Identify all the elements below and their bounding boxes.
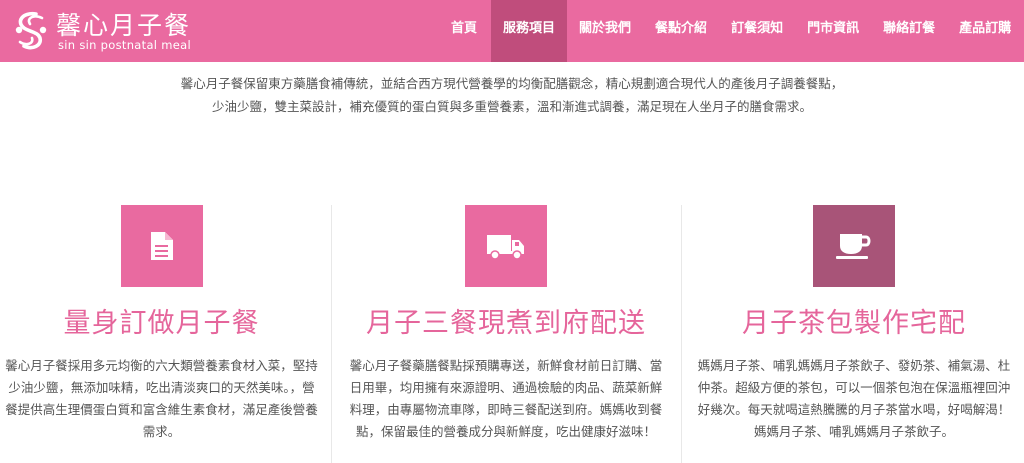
description-line: 好幾次。每天就喝這熱騰騰的月子茶當水喝，好喝解渴！ bbox=[697, 402, 1011, 417]
site-header: 馨心月子餐 sin sin postnatal meal 首頁 服務項目 關於我… bbox=[0, 0, 1024, 62]
service-delivery: 月子三餐現煮到府配送 馨心月子餐藥膳餐點採預購專送，新鮮食材前日訂購、當 日用畢… bbox=[334, 205, 678, 443]
service-title: 月子三餐現煮到府配送 bbox=[366, 308, 646, 339]
intro-text: 馨心月子餐保留東方藥膳食補傳統，並結合西方現代營養學的均衡配膳觀念，精心規劃適合… bbox=[0, 72, 1024, 118]
truck-icon bbox=[487, 235, 524, 260]
description-line: 仲茶。超級方便的茶包，可以一個茶包泡在保溫瓶裡回沖 bbox=[697, 380, 1011, 395]
brand-tagline: sin sin postnatal meal bbox=[58, 38, 191, 52]
brand-name: 馨心月子餐 bbox=[56, 11, 192, 40]
service-title: 月子茶包製作宅配 bbox=[742, 308, 966, 339]
service-title: 量身訂做月子餐 bbox=[63, 308, 260, 339]
nav-item-about[interactable]: 關於我們 bbox=[567, 0, 643, 62]
service-description: 馨心月子餐藥膳餐點採預購專送，新鮮食材前日訂購、當 日用畢，均用擁有來源證明、通… bbox=[347, 355, 665, 443]
column-divider bbox=[331, 205, 332, 463]
description-line: 少油少鹽，無添加味精，吃出清淡爽口的天然美味。，營 bbox=[8, 380, 315, 395]
coffee-cup-icon bbox=[836, 234, 871, 259]
description-line: 媽媽月子茶、哺乳媽媽月子茶飲子。 bbox=[753, 424, 954, 439]
description-line: 馨心月子餐採用多元均衡的六大類營養素食材入菜，堅持 bbox=[5, 358, 318, 373]
description-line: 需求。 bbox=[142, 424, 181, 439]
intro-line: 馨心月子餐保留東方藥膳食補傳統，並結合西方現代營養學的均衡配膳觀念，精心規劃適合… bbox=[180, 76, 844, 91]
nav-item-menu[interactable]: 餐點介紹 bbox=[643, 0, 719, 62]
description-line: 點，保留最佳的營養成分與新鮮度，吃出健康好滋味！ bbox=[355, 424, 656, 439]
logo-mark-icon bbox=[15, 11, 47, 50]
service-icon-box bbox=[465, 205, 547, 287]
description-line: 馨心月子餐藥膳餐點採預購專送，新鮮食材前日訂購、當 bbox=[349, 358, 663, 373]
service-custom-meal: 量身訂做月子餐 馨心月子餐採用多元均衡的六大類營養素食材入菜，堅持 少油少鹽，無… bbox=[0, 205, 323, 443]
service-description: 馨心月子餐採用多元均衡的六大類營養素食材入菜，堅持 少油少鹽，無添加味精，吃出清… bbox=[2, 355, 322, 443]
document-icon bbox=[150, 232, 173, 260]
description-line: 日用畢，均用擁有來源證明、通過檢驗的肉品、蔬菜新鮮 bbox=[349, 380, 663, 395]
nav-item-ordering-info[interactable]: 訂餐須知 bbox=[719, 0, 795, 62]
description-line: 餐提供高生理價蛋白質和富含維生素食材，滿足產後營養 bbox=[5, 402, 318, 417]
nav-item-product-order[interactable]: 產品訂購 bbox=[947, 0, 1023, 62]
brand-logo[interactable]: 馨心月子餐 sin sin postnatal meal bbox=[12, 6, 197, 56]
nav-item-services[interactable]: 服務項目 bbox=[491, 0, 568, 62]
intro-line: 少油少鹽，雙主菜設計，補充優質的蛋白質與多重營養素，溫和漸進式調養，滿足現在人坐… bbox=[211, 99, 812, 114]
service-description: 媽媽月子茶、哺乳媽媽月子茶飲子、發奶茶、補氣湯、杜 仲茶。超級方便的茶包，可以一… bbox=[693, 355, 1015, 443]
main-nav: 首頁 服務項目 關於我們 餐點介紹 訂餐須知 門市資訊 聯絡訂餐 產品訂購 bbox=[437, 0, 1023, 62]
description-line: 媽媽月子茶、哺乳媽媽月子茶飲子、發奶茶、補氣湯、杜 bbox=[697, 358, 1011, 373]
column-divider bbox=[681, 205, 682, 463]
nav-item-contact-order[interactable]: 聯絡訂餐 bbox=[871, 0, 947, 62]
nav-item-home[interactable]: 首頁 bbox=[437, 0, 491, 62]
nav-item-store-info[interactable]: 門市資訊 bbox=[795, 0, 871, 62]
service-icon-box bbox=[813, 205, 895, 287]
service-tea-delivery: 月子茶包製作宅配 媽媽月子茶、哺乳媽媽月子茶飲子、發奶茶、補氣湯、杜 仲茶。超級… bbox=[684, 205, 1024, 443]
description-line: 料理，由專屬物流車隊，即時三餐配送到府。媽媽收到餐 bbox=[349, 402, 663, 417]
service-icon-box bbox=[120, 205, 203, 287]
